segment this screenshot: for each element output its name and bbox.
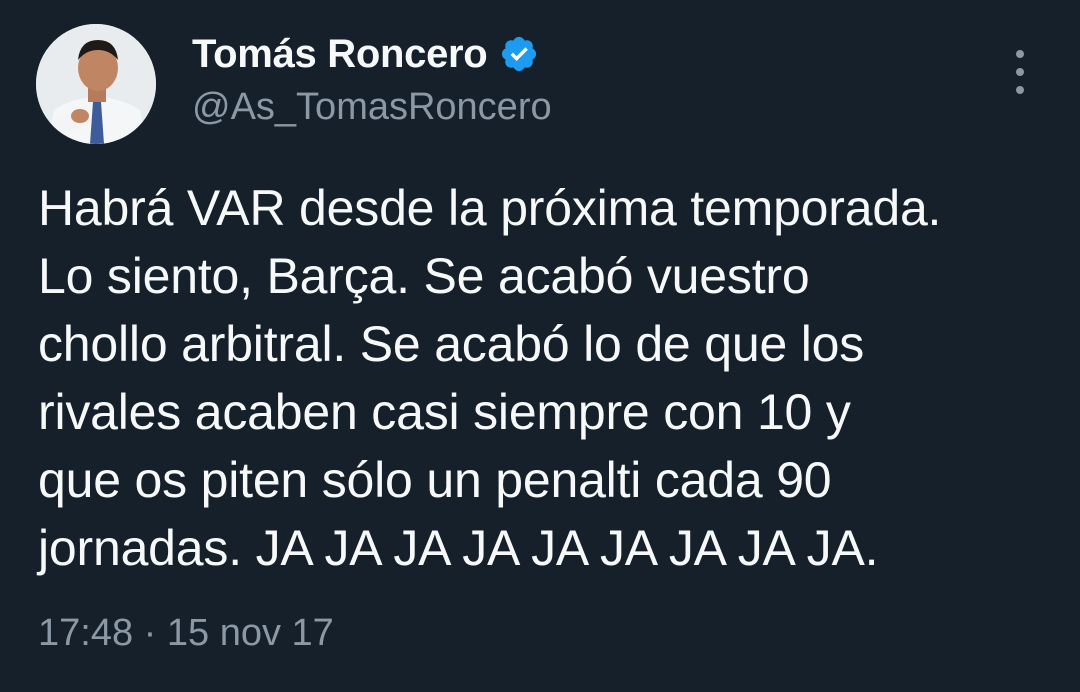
tweet-text: Habrá VAR desde la próxima temporada. Lo… [38,180,942,576]
author-handle[interactable]: @As_TomasRoncero [192,86,552,129]
more-dot [1016,50,1024,58]
avatar[interactable] [36,24,156,144]
more-dot [1016,86,1024,94]
tweet-timestamp[interactable]: 17:48 · 15 nov 17 [38,612,334,655]
more-dot [1016,68,1024,76]
author-name-row: Tomás Roncero [192,30,552,78]
tweet-card: Tomás Roncero @As_TomasRoncero Habrá VAR… [0,0,1080,692]
author-display-name[interactable]: Tomás Roncero [192,32,488,77]
verified-badge-icon[interactable] [499,34,539,74]
author-info: Tomás Roncero @As_TomasRoncero [192,30,552,129]
profile-photo [36,24,156,144]
more-options-icon[interactable] [1000,50,1040,94]
